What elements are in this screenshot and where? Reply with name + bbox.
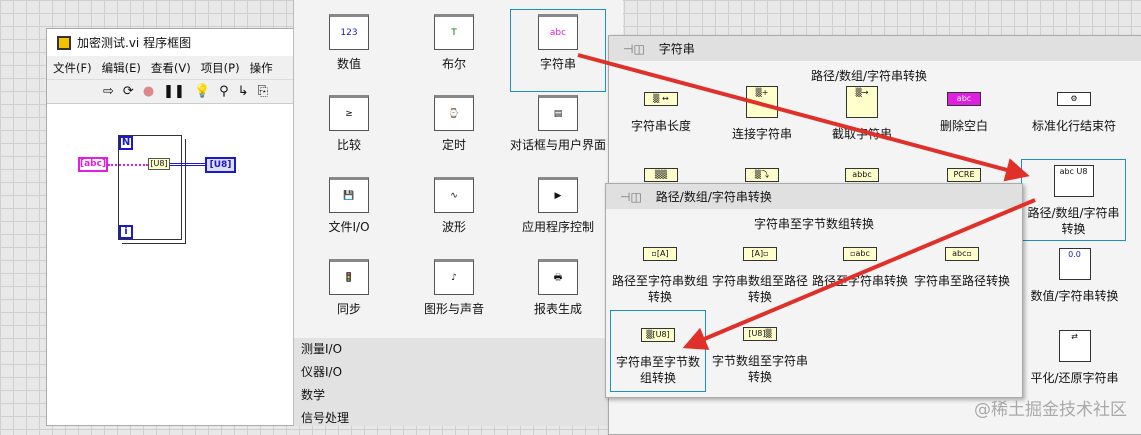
annotation-arrows <box>577 53 1036 350</box>
watermark: @稀土掘金技术社区 <box>974 400 1127 420</box>
arrow-to-conversion-subpalette <box>577 53 1030 182</box>
arrow-to-string-to-byte-array <box>682 198 1036 350</box>
